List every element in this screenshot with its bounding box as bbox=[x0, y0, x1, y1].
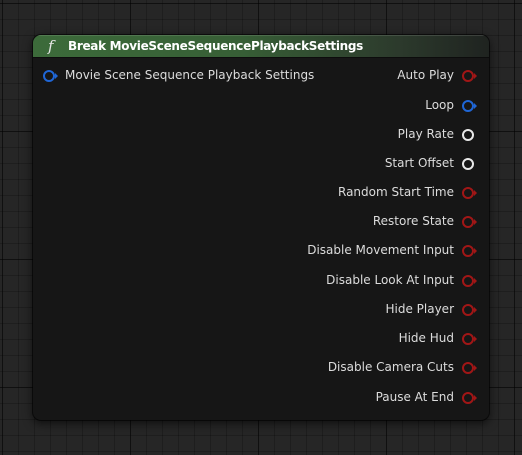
pin-arrow-icon bbox=[474, 364, 477, 371]
output-pin[interactable] bbox=[462, 69, 477, 82]
pin-arrow-icon bbox=[474, 102, 477, 109]
output-pin-row[interactable]: Hide Player bbox=[385, 301, 477, 317]
output-pin-row[interactable]: Restore State bbox=[372, 213, 477, 229]
pin-ring-icon bbox=[462, 128, 474, 141]
output-pin-row[interactable]: Pause At End bbox=[375, 389, 477, 405]
output-pin-row[interactable]: Start Offset bbox=[385, 155, 475, 171]
output-pin[interactable] bbox=[462, 128, 475, 141]
output-pin-label: Random Start Time bbox=[338, 185, 454, 199]
output-pin[interactable] bbox=[462, 244, 477, 257]
output-pin-label: Auto Play bbox=[397, 68, 454, 82]
output-pin-label: Hide Player bbox=[385, 302, 454, 316]
pin-ring-icon bbox=[462, 186, 474, 199]
pin-ring-icon bbox=[43, 69, 55, 82]
output-pin-label: Pause At End bbox=[375, 390, 454, 404]
pin-arrow-icon bbox=[474, 247, 477, 254]
struct-input-pin[interactable] bbox=[43, 69, 58, 82]
output-pin-row[interactable]: Hide Hud bbox=[398, 330, 477, 346]
output-pin-label: Restore State bbox=[372, 214, 454, 228]
output-pin-row[interactable]: Play Rate bbox=[398, 126, 475, 142]
output-pin[interactable] bbox=[462, 303, 477, 316]
output-pin[interactable] bbox=[462, 332, 477, 345]
output-pin[interactable] bbox=[462, 157, 475, 170]
pin-ring-icon bbox=[462, 215, 474, 228]
node-header[interactable]: f Break MovieSceneSequencePlaybackSettin… bbox=[33, 35, 489, 58]
pin-arrow-icon bbox=[474, 218, 477, 225]
output-pin[interactable] bbox=[462, 99, 477, 112]
node-title: Break MovieSceneSequencePlaybackSettings bbox=[68, 39, 364, 53]
pin-ring-icon bbox=[462, 69, 474, 82]
output-pin-row[interactable]: Loop bbox=[425, 97, 477, 113]
pin-ring-icon bbox=[462, 99, 474, 112]
input-pin-row[interactable]: Movie Scene Sequence Playback Settings bbox=[43, 67, 314, 83]
pin-ring-icon bbox=[462, 274, 474, 287]
break-struct-node[interactable]: f Break MovieSceneSequencePlaybackSettin… bbox=[33, 35, 489, 420]
output-pin-row[interactable]: Random Start Time bbox=[338, 184, 477, 200]
output-pin[interactable] bbox=[462, 215, 477, 228]
output-pin-label: Hide Hud bbox=[398, 331, 454, 345]
pin-arrow-icon bbox=[474, 189, 477, 196]
output-pin[interactable] bbox=[462, 186, 477, 199]
output-pin[interactable] bbox=[462, 391, 477, 404]
pin-ring-icon bbox=[462, 391, 474, 404]
pin-ring-icon bbox=[462, 303, 474, 316]
output-pin-label: Play Rate bbox=[397, 127, 454, 141]
pin-ring-icon bbox=[462, 244, 474, 257]
input-pin-label: Movie Scene Sequence Playback Settings bbox=[65, 68, 315, 82]
pin-arrow-icon bbox=[474, 335, 477, 342]
pin-ring-icon bbox=[462, 157, 474, 170]
pin-arrow-icon bbox=[474, 394, 477, 401]
output-pin-row[interactable]: Auto Play bbox=[397, 67, 477, 83]
pin-ring-icon bbox=[462, 361, 474, 374]
output-pin[interactable] bbox=[462, 274, 477, 287]
pin-arrow-icon bbox=[474, 306, 477, 313]
pin-arrow-icon bbox=[474, 72, 477, 79]
pin-ring-icon bbox=[462, 332, 474, 345]
output-pin-label: Disable Camera Cuts bbox=[327, 360, 454, 374]
output-pin-label: Start Offset bbox=[384, 156, 454, 170]
output-pin[interactable] bbox=[462, 361, 477, 374]
output-pin-label: Disable Look At Input bbox=[326, 273, 454, 287]
function-icon: f bbox=[48, 37, 54, 55]
output-pin-row[interactable]: Disable Camera Cuts bbox=[327, 359, 477, 375]
pin-arrow-icon bbox=[474, 277, 477, 284]
output-pin-label: Disable Movement Input bbox=[307, 243, 454, 257]
output-pin-row[interactable]: Disable Movement Input bbox=[307, 242, 477, 258]
output-pin-row[interactable]: Disable Look At Input bbox=[326, 272, 477, 288]
pin-arrow-icon bbox=[55, 72, 58, 79]
output-pin-label: Loop bbox=[425, 98, 454, 112]
